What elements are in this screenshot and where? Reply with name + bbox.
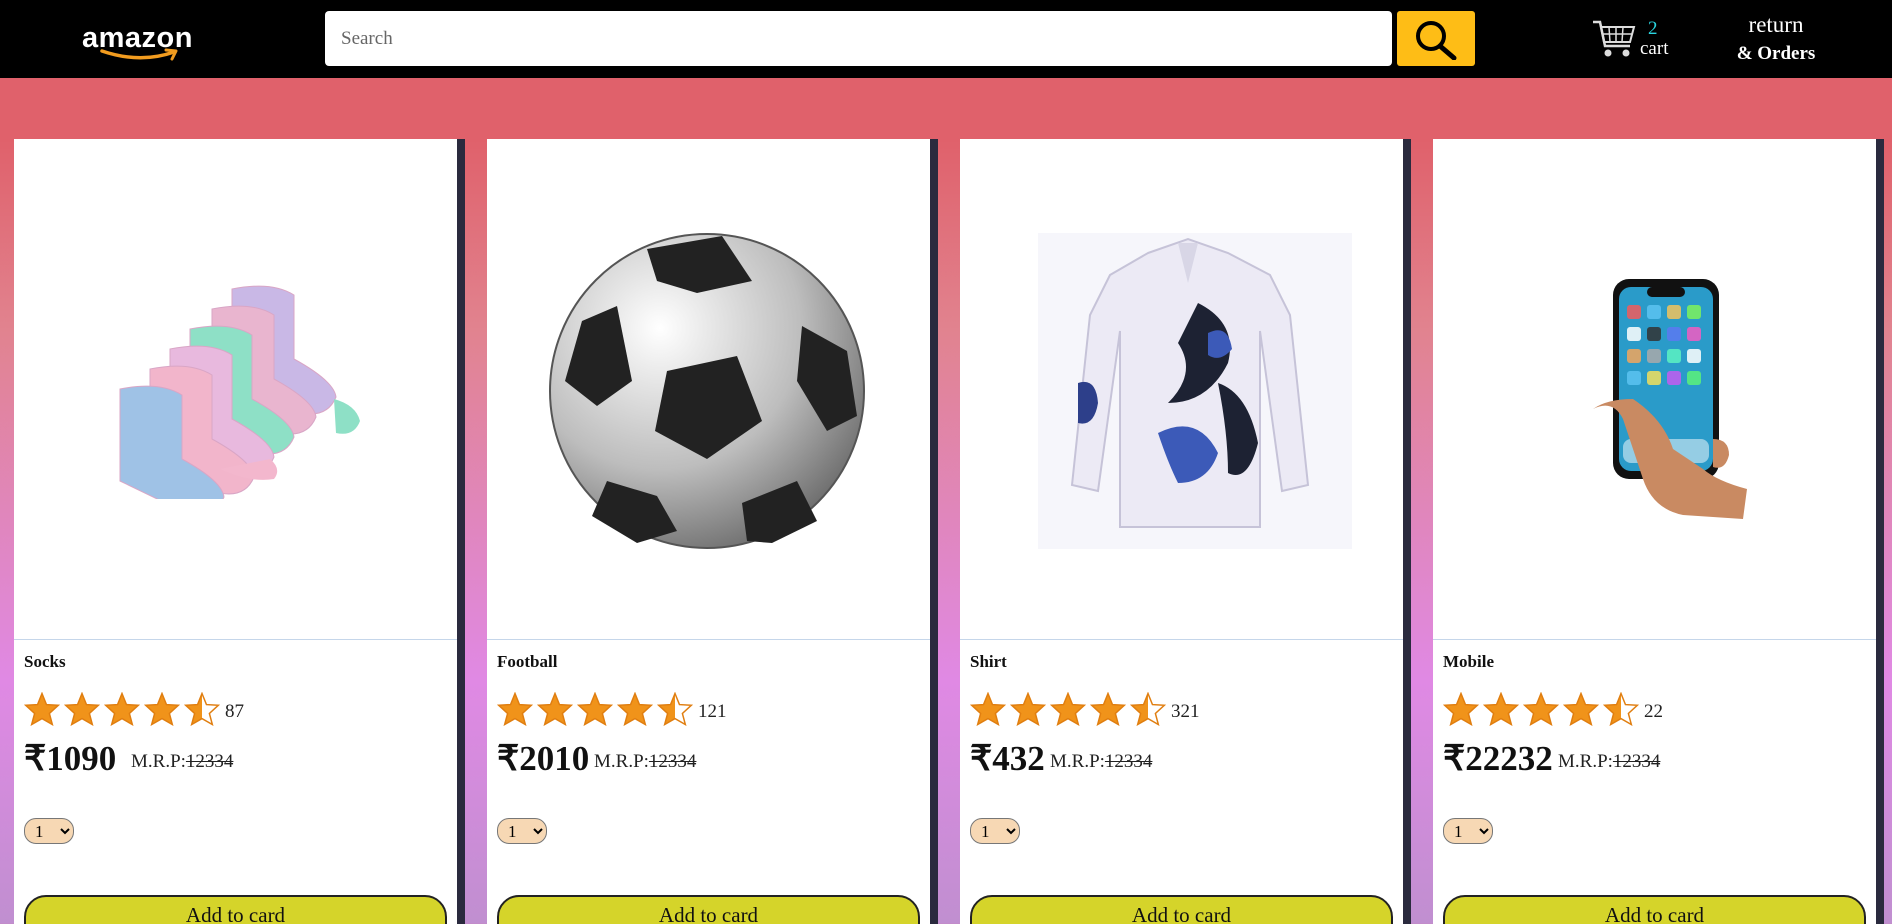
product-name[interactable]: Football [497, 652, 557, 672]
add-to-cart-button[interactable]: Add to card [24, 895, 447, 924]
add-to-cart-button[interactable]: Add to card [497, 895, 920, 924]
quantity-select[interactable]: 1 [1443, 818, 1493, 844]
star-icon [1443, 692, 1479, 726]
star-icon [617, 692, 653, 726]
star-icon [1050, 692, 1086, 726]
rating-stars [1443, 692, 1639, 728]
product-card: Shirt 321 ₹432 M.R.P:12334 1 Add to card [960, 139, 1403, 924]
search-icon [1416, 21, 1457, 60]
star-icon [24, 692, 60, 726]
star-icon [657, 692, 693, 726]
review-count[interactable]: 321 [1171, 701, 1200, 723]
top-navbar: amazon 2 cart return & Orders [0, 0, 1892, 78]
product-price: ₹1090 [24, 739, 117, 778]
star-icon [184, 692, 220, 726]
product-card: Mobile 22 ₹22232 M.R.P:12334 1 Add to ca… [1433, 139, 1876, 924]
mrp: M.R.P:12334 [594, 751, 696, 773]
product-price: ₹22232 [1443, 739, 1553, 778]
review-count[interactable]: 87 [225, 701, 244, 723]
mrp-value: 12334 [1612, 751, 1661, 772]
cart-count: 2 [1648, 18, 1658, 39]
star-icon [497, 692, 533, 726]
mobile-image[interactable] [1433, 139, 1876, 640]
mrp-label: M.R.P: [1050, 751, 1105, 772]
mrp: M.R.P:12334 [131, 751, 233, 773]
quantity-select[interactable]: 1 [24, 818, 74, 844]
star-icon [1090, 692, 1126, 726]
socks-image[interactable] [14, 139, 457, 640]
cart-icon [1593, 20, 1636, 57]
star-icon [537, 692, 573, 726]
cart-button[interactable]: 2 cart [1592, 14, 1682, 64]
search-button[interactable] [1397, 11, 1475, 66]
mrp-label: M.R.P: [594, 751, 649, 772]
star-icon [104, 692, 140, 726]
product-price: ₹432 [970, 739, 1045, 778]
mrp-value: 12334 [185, 751, 234, 772]
product-name[interactable]: Mobile [1443, 652, 1494, 672]
mrp: M.R.P:12334 [1050, 751, 1152, 773]
star-icon [1523, 692, 1559, 726]
star-icon [970, 692, 1006, 726]
quantity-select[interactable]: 1 [497, 818, 547, 844]
rating-stars [497, 692, 693, 728]
product-card: Socks 87 ₹1090 M.R.P:12334 1 Add to card [14, 139, 457, 924]
star-icon [1010, 692, 1046, 726]
mrp-value: 12334 [1104, 751, 1153, 772]
star-icon [1563, 692, 1599, 726]
star-icon [1603, 692, 1639, 726]
review-count[interactable]: 121 [698, 701, 727, 723]
rating-stars [24, 692, 220, 728]
product-name[interactable]: Shirt [970, 652, 1007, 672]
mrp-label: M.R.P: [131, 751, 186, 772]
orders-label: & Orders [1736, 43, 1816, 64]
star-icon [64, 692, 100, 726]
quantity-select[interactable]: 1 [970, 818, 1020, 844]
shirt-image[interactable] [960, 139, 1403, 640]
rating-stars [970, 692, 1166, 728]
star-icon [1483, 692, 1519, 726]
add-to-cart-button[interactable]: Add to card [970, 895, 1393, 924]
amazon-logo[interactable]: amazon [82, 18, 202, 62]
mrp: M.R.P:12334 [1558, 751, 1660, 773]
star-icon [1130, 692, 1166, 726]
search-input[interactable] [325, 11, 1392, 66]
product-price: ₹2010 [497, 739, 590, 778]
product-card: Football 121 ₹2010 M.R.P:12334 1 Add to … [487, 139, 930, 924]
review-count[interactable]: 22 [1644, 701, 1663, 723]
returns-label: return [1748, 12, 1804, 37]
football-image[interactable] [487, 139, 930, 640]
add-to-cart-button[interactable]: Add to card [1443, 895, 1866, 924]
cart-label: cart [1640, 38, 1669, 59]
star-icon [577, 692, 613, 726]
star-icon [144, 692, 180, 726]
product-name[interactable]: Socks [24, 652, 66, 672]
mrp-value: 12334 [648, 751, 697, 772]
mrp-label: M.R.P: [1558, 751, 1613, 772]
returns-orders-link[interactable]: return & Orders [1724, 10, 1828, 68]
smile-arrow-icon [100, 48, 178, 61]
